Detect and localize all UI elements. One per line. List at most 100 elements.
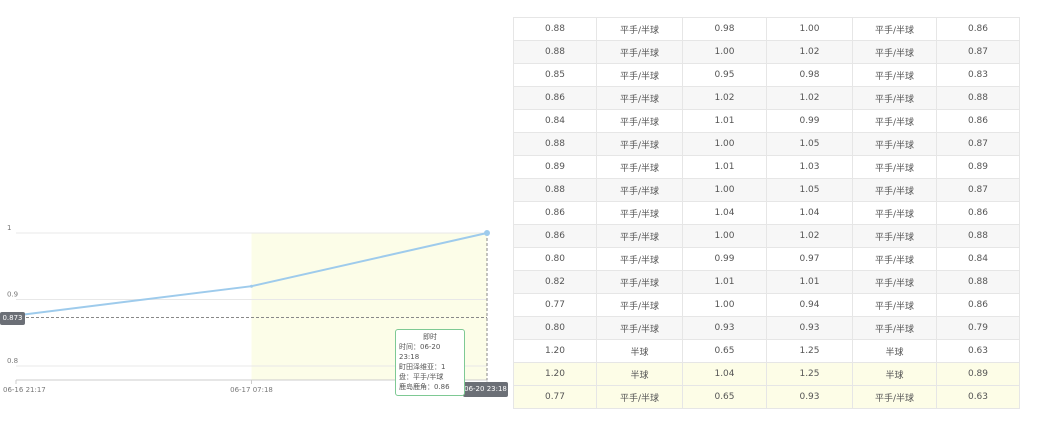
table-cell: 0.86	[936, 293, 1020, 317]
table-cell: 平手/半球	[596, 178, 683, 202]
table-cell: 0.80	[513, 247, 597, 271]
table-row: 0.80 平手/半球 0.93 0.93 平手/半球 0.79	[513, 316, 1020, 340]
table-cell: 0.93	[682, 316, 767, 340]
table-cell: 0.95	[682, 63, 767, 87]
table-cell: 半球	[596, 362, 683, 386]
table-cell: 平手/半球	[852, 316, 937, 340]
table-cell: 1.25	[766, 339, 853, 363]
table-cell: 0.77	[513, 385, 597, 409]
table-cell: 半球	[852, 339, 937, 363]
table-cell: 平手/半球	[852, 132, 937, 156]
table-cell: 平手/半球	[852, 40, 937, 64]
crosshair-x-label: 06-20 23:18	[463, 382, 508, 397]
x-tick-label: 06-17 07:18	[230, 386, 273, 394]
table-cell: 1.02	[766, 40, 853, 64]
table-cell: 0.87	[936, 40, 1020, 64]
data-point	[484, 230, 490, 236]
table-cell: 0.98	[766, 63, 853, 87]
table-cell: 0.86	[936, 109, 1020, 133]
table-cell: 0.82	[513, 270, 597, 294]
table-row: 0.88 平手/半球 1.00 1.05 平手/半球 0.87	[513, 132, 1020, 156]
crosshair-y-label: 0.873	[0, 312, 25, 325]
table-cell: 平手/半球	[852, 247, 937, 271]
table-cell: 0.94	[766, 293, 853, 317]
table-cell: 平手/半球	[596, 247, 683, 271]
table-cell: 1.02	[766, 86, 853, 110]
table-cell: 1.01	[766, 270, 853, 294]
table-row: 0.89 平手/半球 1.01 1.03 平手/半球 0.89	[513, 155, 1020, 179]
table-cell: 1.25	[766, 362, 853, 386]
table-row: 0.85 平手/半球 0.95 0.98 平手/半球 0.83	[513, 63, 1020, 87]
table-cell: 0.89	[513, 155, 597, 179]
table-cell: 平手/半球	[852, 63, 937, 87]
x-tick-label: 06-16 21:17	[3, 386, 46, 394]
table-cell: 平手/半球	[852, 201, 937, 225]
chart-tooltip: 即时 时间：06-20 23:18 町田泽维亚：1 盘：平手/半球 鹿岛鹿角：0…	[395, 329, 465, 396]
table-cell: 1.20	[513, 339, 597, 363]
table-cell: 0.80	[513, 316, 597, 340]
table-cell: 1.00	[682, 293, 767, 317]
table-cell: 平手/半球	[852, 385, 937, 409]
table-row: 0.77 平手/半球 1.00 0.94 平手/半球 0.86	[513, 293, 1020, 317]
odds-line-chart: 1 0.9 0.8 06-16 21:17 06-17 07:18 0.873 06-2…	[0, 0, 515, 423]
table-cell: 0.89	[936, 155, 1020, 179]
table-cell: 0.86	[513, 86, 597, 110]
table-row: 0.86 平手/半球 1.04 1.04 平手/半球 0.86	[513, 201, 1020, 225]
table-cell: 0.86	[936, 201, 1020, 225]
table-cell: 平手/半球	[852, 17, 937, 41]
tooltip-line-home: 町田泽维亚：1	[399, 363, 446, 371]
table-cell: 0.63	[936, 339, 1020, 363]
table-cell: 平手/半球	[852, 224, 937, 248]
table-cell: 平手/半球	[596, 155, 683, 179]
table-cell: 平手/半球	[596, 109, 683, 133]
table-cell: 1.00	[766, 17, 853, 41]
table-cell: 1.00	[682, 224, 767, 248]
table-cell: 1.01	[682, 109, 767, 133]
y-tick-label: 0.9	[7, 291, 18, 299]
table-cell: 平手/半球	[596, 132, 683, 156]
table-cell: 0.77	[513, 293, 597, 317]
y-tick-label: 0.8	[7, 357, 18, 365]
table-cell: 0.93	[766, 316, 853, 340]
table-cell: 1.01	[682, 155, 767, 179]
table-cell: 1.00	[682, 178, 767, 202]
table-cell: 平手/半球	[596, 17, 683, 41]
table-cell: 0.88	[936, 270, 1020, 294]
table-cell: 0.88	[513, 17, 597, 41]
odds-table: 0.88 平手/半球 0.98 1.00 平手/半球 0.86 0.88 平手/半球 1.00 1…	[513, 17, 1020, 409]
table-cell: 1.04	[766, 201, 853, 225]
table-cell: 0.63	[936, 385, 1020, 409]
table-cell: 0.84	[936, 247, 1020, 271]
table-cell: 0.99	[766, 109, 853, 133]
table-cell: 0.84	[513, 109, 597, 133]
table-row: 1.20 半球 0.65 1.25 半球 0.63	[513, 339, 1020, 363]
table-cell: 平手/半球	[596, 316, 683, 340]
tooltip-title: 即时	[423, 333, 437, 341]
table-row: 0.88 平手/半球 1.00 1.02 平手/半球 0.87	[513, 40, 1020, 64]
table-cell: 0.86	[936, 17, 1020, 41]
table-cell: 1.03	[766, 155, 853, 179]
table-cell: 0.88	[936, 86, 1020, 110]
table-row: 0.88 平手/半球 0.98 1.00 平手/半球 0.86	[513, 17, 1020, 41]
table-cell: 0.88	[513, 132, 597, 156]
table-cell: 1.04	[682, 201, 767, 225]
table-cell: 1.05	[766, 178, 853, 202]
table-cell: 0.79	[936, 316, 1020, 340]
table-cell: 0.65	[682, 339, 767, 363]
table-cell: 1.20	[513, 362, 597, 386]
table-cell: 0.83	[936, 63, 1020, 87]
table-cell: 平手/半球	[596, 293, 683, 317]
table-cell: 0.88	[513, 178, 597, 202]
tooltip-line-handicap: 盘：平手/半球	[399, 373, 444, 381]
table-cell: 半球	[852, 362, 937, 386]
table-cell: 1.00	[682, 40, 767, 64]
table-cell: 平手/半球	[852, 293, 937, 317]
y-tick-label: 1	[7, 224, 11, 232]
table-row: 0.86 平手/半球 1.00 1.02 平手/半球 0.88	[513, 224, 1020, 248]
table-cell: 1.04	[682, 362, 767, 386]
table-cell: 1.01	[682, 270, 767, 294]
table-cell: 平手/半球	[596, 224, 683, 248]
table-cell: 平手/半球	[852, 270, 937, 294]
table-cell: 半球	[596, 339, 683, 363]
table-row: 0.80 平手/半球 0.99 0.97 平手/半球 0.84	[513, 247, 1020, 271]
